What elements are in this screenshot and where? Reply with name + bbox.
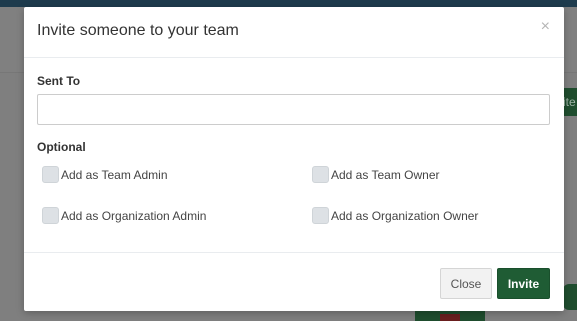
team-owner-option[interactable]: Add as Team Owner — [312, 166, 440, 183]
optional-label: Optional — [37, 140, 86, 154]
team-admin-checkbox[interactable] — [42, 166, 59, 183]
team-owner-label: Add as Team Owner — [331, 167, 440, 182]
org-owner-option[interactable]: Add as Organization Owner — [312, 207, 478, 224]
org-admin-checkbox[interactable] — [42, 207, 59, 224]
team-admin-label: Add as Team Admin — [61, 167, 168, 182]
modal-title: Invite someone to your team — [37, 22, 239, 39]
chat-icon — [563, 284, 577, 310]
background-red-block — [440, 314, 460, 321]
modal-header: Invite someone to your team × — [24, 7, 564, 58]
sent-to-label: Sent To — [37, 74, 81, 88]
org-owner-label: Add as Organization Owner — [331, 208, 479, 223]
org-admin-option[interactable]: Add as Organization Admin — [42, 207, 206, 224]
close-icon[interactable]: × — [541, 19, 550, 35]
invite-button[interactable]: Invite — [497, 268, 550, 299]
team-owner-checkbox[interactable] — [312, 166, 329, 183]
app-top-bar — [0, 0, 577, 7]
sent-to-input[interactable] — [37, 94, 550, 125]
org-owner-checkbox[interactable] — [312, 207, 329, 224]
invite-modal: Invite someone to your team × Sent To Op… — [24, 7, 564, 311]
org-admin-label: Add as Organization Admin — [61, 208, 207, 223]
team-admin-option[interactable]: Add as Team Admin — [42, 166, 168, 183]
close-button[interactable]: Close — [440, 268, 492, 299]
modal-footer: Close Invite — [24, 252, 564, 311]
